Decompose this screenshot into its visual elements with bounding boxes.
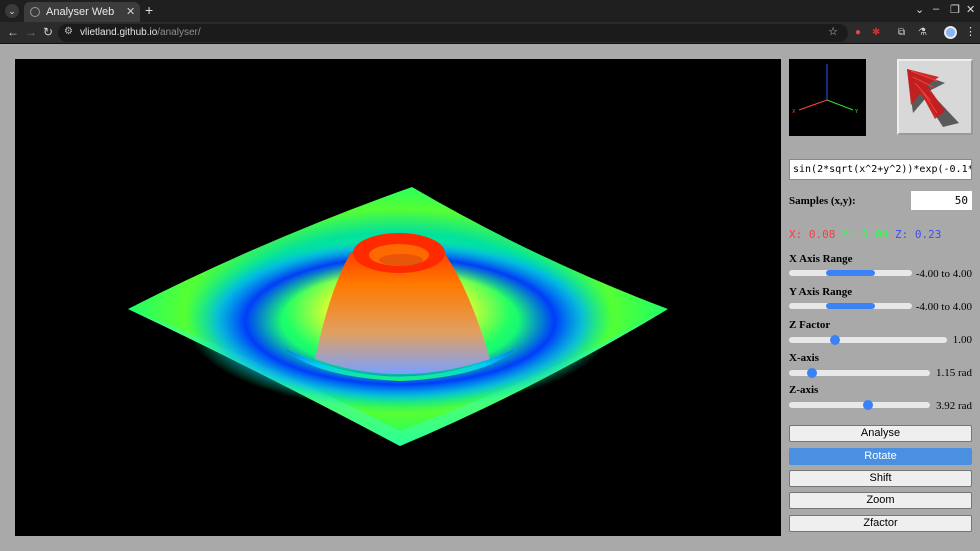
extensions-puzzle-icon[interactable]: ⧉ <box>898 27 905 38</box>
z-factor-label: Z Factor <box>789 319 831 331</box>
x-range-value: -4.00 to 4.00 <box>915 268 972 280</box>
samples-label: Samples (x,y): <box>789 195 856 207</box>
extension-icon[interactable]: ● <box>855 27 861 38</box>
cursor-coordinates: X: 0.08 Y: 0.08 Z: 0.23 <box>789 228 941 241</box>
y-range-slider[interactable] <box>789 303 912 309</box>
url-text: vlietland.github.io/analyser/ <box>80 27 201 38</box>
tab-favicon-icon <box>30 7 40 17</box>
address-bar[interactable]: ⚙ vlietland.github.io/analyser/ ☆ <box>58 24 848 42</box>
z-axis-thumb[interactable] <box>862 400 873 410</box>
axis-y-label: Y <box>854 109 859 115</box>
surface-plot-canvas[interactable] <box>15 59 781 536</box>
analyse-button[interactable]: Analyse <box>789 425 972 442</box>
tab-title: Analyser Web <box>46 6 115 18</box>
url-path: /analyser/ <box>157 27 201 38</box>
x-range-fill <box>825 270 876 276</box>
x-axis-value: 1.15 rad <box>935 367 972 379</box>
minimize-icon[interactable]: – <box>933 3 939 15</box>
coord-y: Y: 0.08 <box>841 228 889 241</box>
reload-icon[interactable]: ↻ <box>43 25 53 39</box>
labs-flask-icon[interactable]: ⚗ <box>918 27 927 38</box>
browser-menu-icon[interactable]: ⋮ <box>965 25 976 38</box>
axes-orientation-widget: X Y <box>789 59 866 136</box>
z-factor-slider[interactable] <box>789 335 947 345</box>
tab-search-icon[interactable]: ⌄ <box>5 4 19 18</box>
x-range-slider[interactable] <box>789 270 912 276</box>
x-axis-label: X-axis <box>789 352 819 364</box>
y-range-label: Y Axis Range <box>789 286 853 298</box>
bookmark-star-icon[interactable]: ☆ <box>828 25 838 38</box>
z-factor-thumb[interactable] <box>829 335 840 345</box>
rotate-button[interactable]: Rotate <box>789 448 972 465</box>
browser-tab[interactable]: Analyser Web ✕ <box>24 2 140 22</box>
extension-bug-icon[interactable]: ✱ <box>872 27 880 38</box>
shift-button[interactable]: Shift <box>789 470 972 487</box>
x-range-label: X Axis Range <box>789 253 853 265</box>
tab-list-icon[interactable]: ⌄ <box>915 3 924 16</box>
x-axis-thumb[interactable] <box>806 368 817 378</box>
x-axis-rotation-slider[interactable] <box>789 368 930 378</box>
coord-z: Z: 0.23 <box>894 228 942 241</box>
surface-plot <box>128 187 668 446</box>
z-axis-rotation-slider[interactable] <box>789 400 930 410</box>
tab-close-icon[interactable]: ✕ <box>126 5 135 18</box>
zoom-button[interactable]: Zoom <box>789 492 972 509</box>
y-range-value: -4.00 to 4.00 <box>915 301 972 313</box>
coord-x: X: 0.08 <box>789 228 836 241</box>
browser-toolbar: ← → ↻ ⚙ vlietland.github.io/analyser/ ☆ … <box>0 22 980 44</box>
forward-icon[interactable]: → <box>25 25 37 39</box>
zfactor-button[interactable]: Zfactor <box>789 515 972 532</box>
site-info-icon[interactable]: ⚙ <box>64 26 73 37</box>
axis-x-label: X <box>792 109 796 115</box>
new-tab-icon[interactable]: + <box>145 2 153 18</box>
z-factor-value: 1.00 <box>952 334 972 346</box>
app-logo <box>897 59 973 135</box>
close-window-icon[interactable]: ✕ <box>966 3 975 16</box>
profile-avatar[interactable] <box>944 26 957 39</box>
url-host: vlietland.github.io <box>80 27 158 38</box>
formula-input[interactable]: sin(2*sqrt(x^2+y^2))*exp(-0.1*(x^2+y^2)) <box>789 159 972 180</box>
back-icon[interactable]: ← <box>7 25 19 39</box>
y-range-fill <box>825 303 876 309</box>
restore-icon[interactable]: ❐ <box>950 3 960 16</box>
z-axis-label: Z-axis <box>789 384 819 396</box>
logo-svg <box>907 69 959 127</box>
samples-input[interactable] <box>911 191 972 210</box>
browser-tab-bar: ⌄ Analyser Web ✕ + ⌄ – ❐ ✕ <box>0 0 980 22</box>
z-axis-value: 3.92 rad <box>935 400 972 412</box>
axes-svg: X Y <box>792 64 859 115</box>
